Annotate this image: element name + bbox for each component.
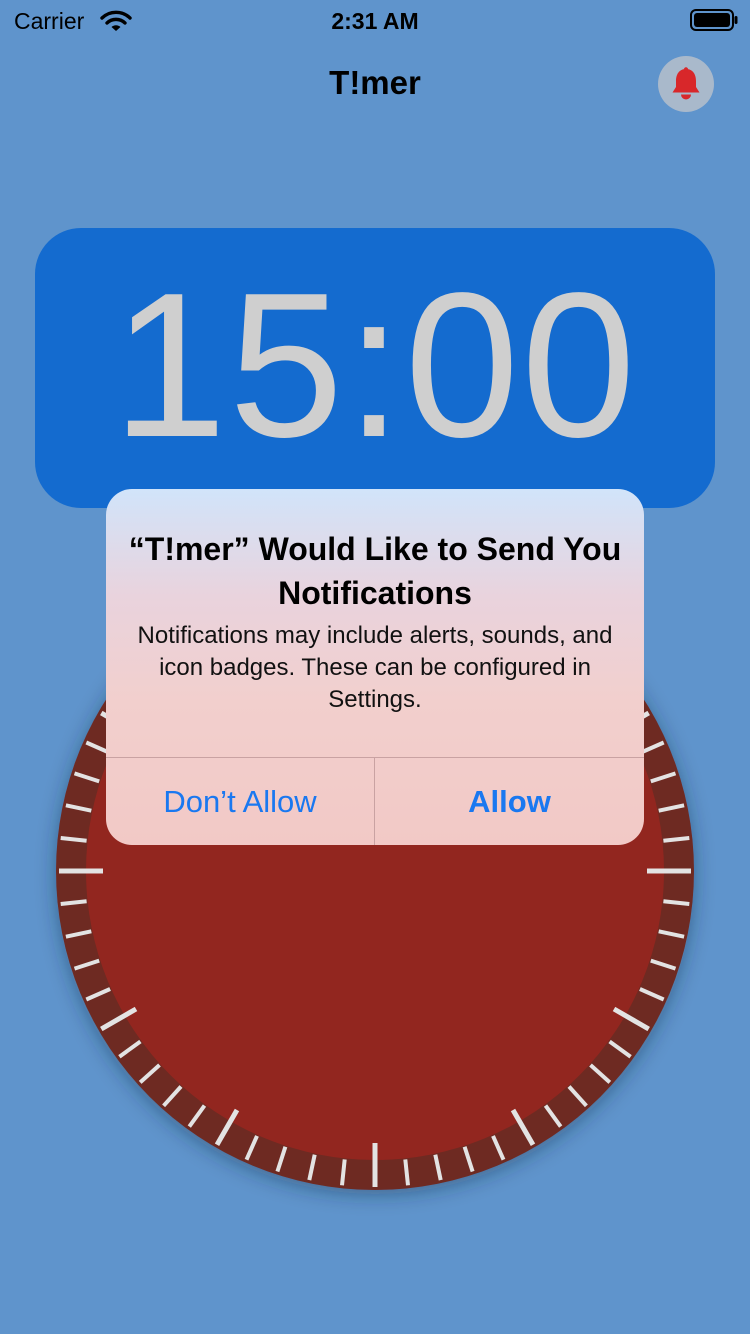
dial-tick [663, 899, 690, 906]
dial-tick [60, 899, 87, 906]
dial-tick [60, 836, 87, 843]
time-display: 15:00 [112, 250, 638, 480]
time-display-panel: 15:00 [35, 228, 715, 508]
notification-permission-alert: “T!mer” Would Like to Send You Notificat… [106, 489, 644, 845]
alert-message: Notifications may include alerts, sounds… [137, 622, 613, 713]
dial-tick [403, 1159, 410, 1186]
alert-title: “T!mer” Would Like to Send You Notificat… [128, 531, 622, 611]
dont-allow-button[interactable]: Don’t Allow [106, 758, 374, 845]
allow-button[interactable]: Allow [375, 758, 644, 845]
dial-tick [663, 836, 690, 843]
dial-tick [340, 1159, 347, 1186]
